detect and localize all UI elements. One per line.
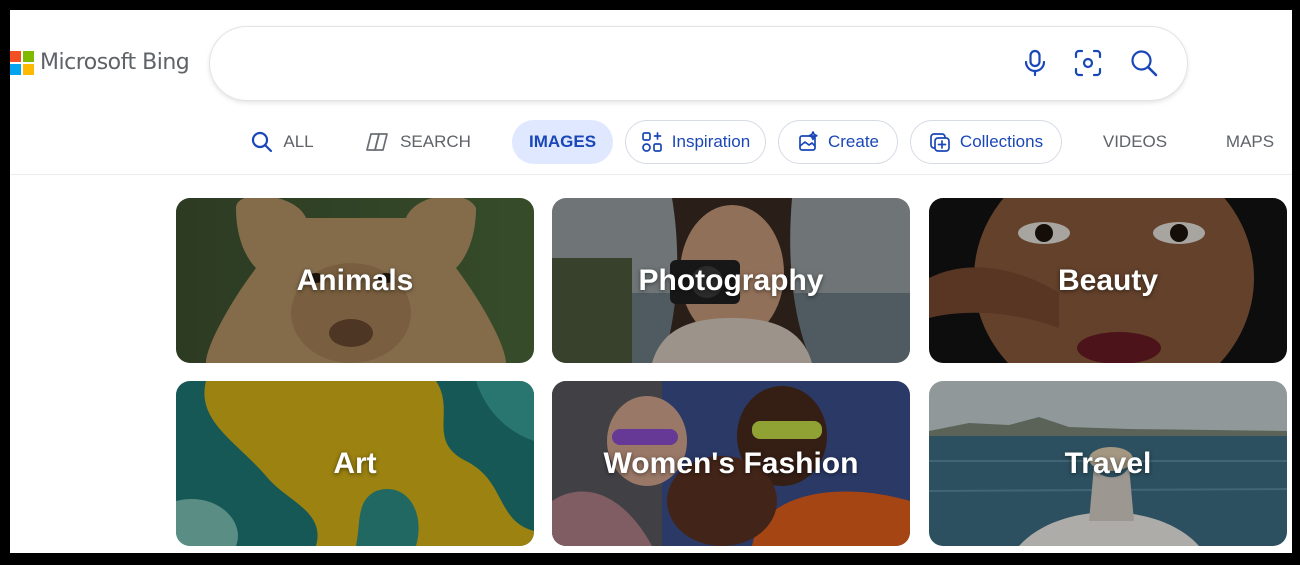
tab-label: Collections [959, 132, 1044, 151]
tab-collections[interactable]: Collections [910, 120, 1062, 164]
tab-label: Inspiration [671, 132, 751, 151]
bing-logo[interactable]: Microsoft Bing [10, 50, 190, 75]
category-card-womens-fashion[interactable]: Women's Fashion [552, 381, 910, 546]
tab-label: SEARCH [400, 132, 471, 151]
tab-videos[interactable]: VIDEOS [1098, 120, 1172, 164]
search-box [210, 27, 1187, 100]
sparkle-grid-icon [641, 132, 662, 152]
visual-search-icon[interactable] [1071, 46, 1105, 80]
category-label: Animals [296, 263, 414, 297]
tab-search[interactable]: SEARCH [362, 120, 474, 164]
category-label: Art [333, 446, 377, 480]
category-card-animals[interactable]: Animals [176, 198, 534, 363]
tab-maps[interactable]: MAPS [1222, 120, 1278, 164]
tab-images[interactable]: IMAGES [512, 120, 613, 164]
tabs-divider [10, 174, 1292, 175]
tab-label: IMAGES [528, 132, 597, 151]
tab-label: ALL [283, 132, 314, 151]
tab-all[interactable]: ALL [242, 120, 322, 164]
browser-viewport: Microsoft Bing ALL SEARCH IMAGES Inspira… [10, 10, 1292, 553]
category-card-beauty[interactable]: Beauty [929, 198, 1287, 363]
logo-text: Microsoft Bing [40, 50, 190, 75]
image-create-icon [799, 131, 818, 151]
category-label: Women's Fashion [603, 446, 859, 480]
category-card-travel[interactable]: Travel [929, 381, 1287, 546]
search-input[interactable] [240, 45, 1000, 81]
copilot-icon [366, 133, 388, 151]
tab-label: VIDEOS [1102, 132, 1168, 151]
tab-create[interactable]: Create [778, 120, 898, 164]
search-icon[interactable] [1127, 46, 1161, 80]
tab-label: MAPS [1225, 132, 1275, 151]
search-icon [252, 131, 273, 153]
microsoft-logo-icon [10, 50, 34, 75]
tab-inspiration[interactable]: Inspiration [625, 120, 766, 164]
microphone-icon[interactable] [1018, 46, 1052, 80]
collections-icon [930, 133, 950, 152]
tab-label: Create [827, 132, 880, 151]
category-label: Travel [1064, 446, 1152, 480]
vertical-tabs: ALL SEARCH IMAGES Inspiration Create Col… [10, 120, 1292, 164]
category-label: Photography [638, 263, 824, 297]
category-card-photography[interactable]: Photography [552, 198, 910, 363]
category-label: Beauty [1057, 263, 1159, 297]
category-card-art[interactable]: Art [176, 381, 534, 546]
